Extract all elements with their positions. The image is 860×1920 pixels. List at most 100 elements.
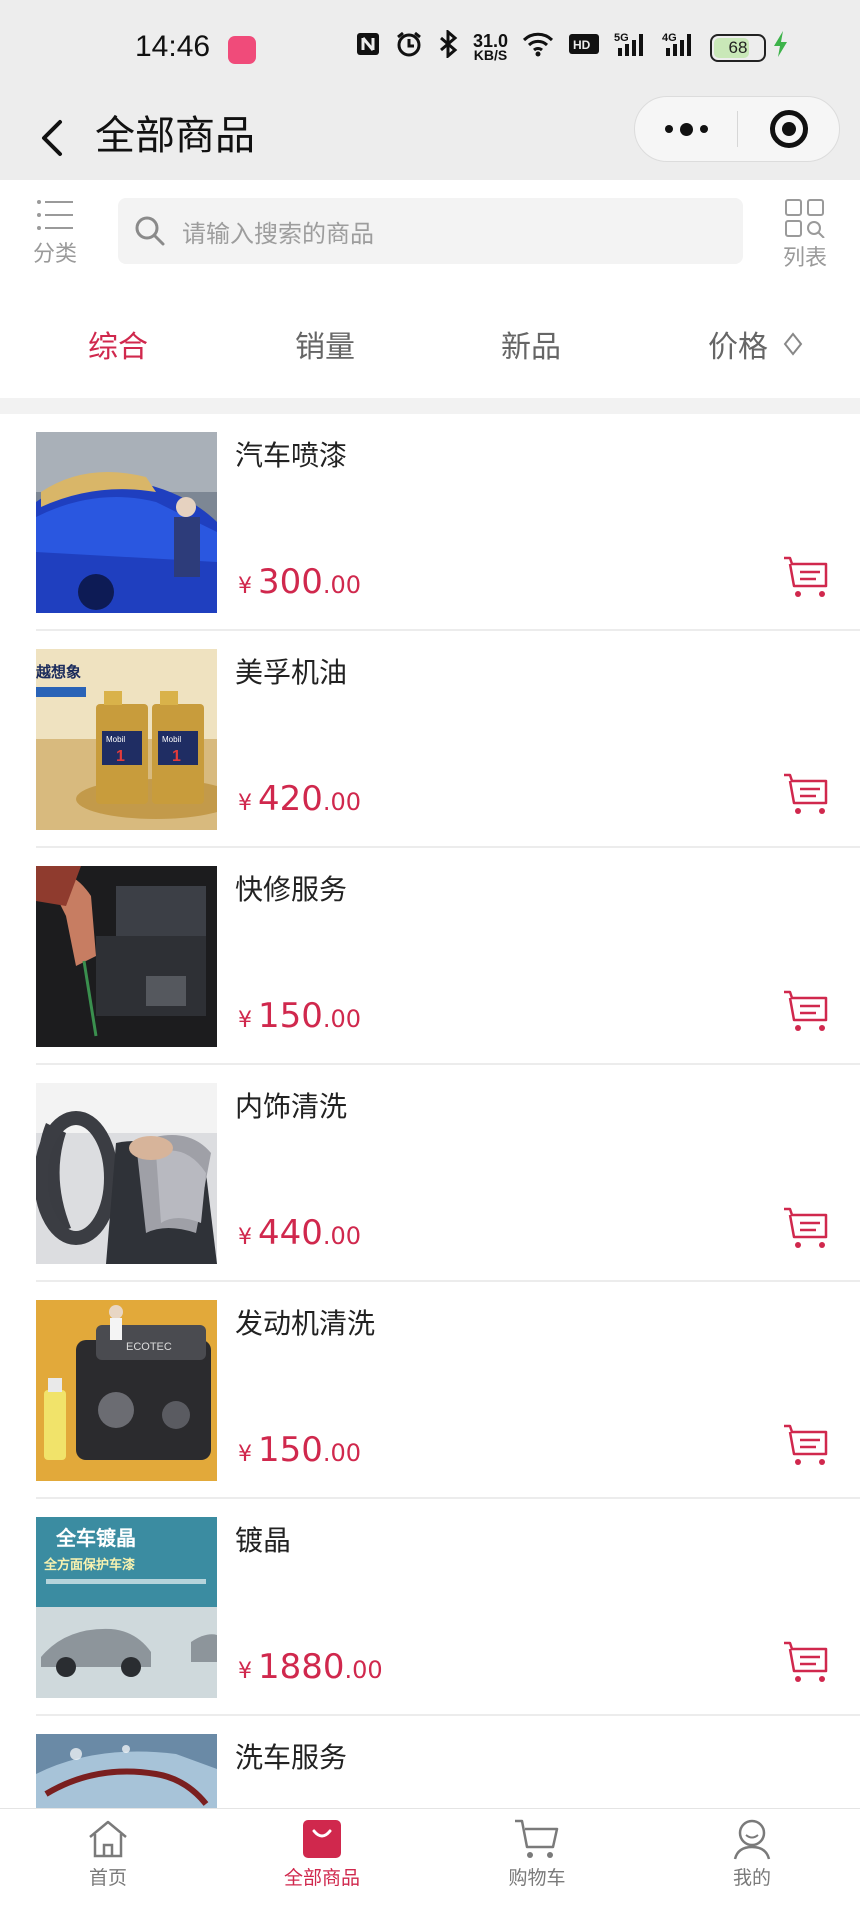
charging-icon [772, 30, 790, 65]
tab-home[interactable]: 首页 [38, 1817, 178, 1890]
add-cart-icon [784, 1641, 828, 1682]
product-name: 发动机清洗 [235, 1307, 376, 1340]
svg-text:HD: HD [573, 38, 591, 52]
sort-tab-comprehensive[interactable]: 综合 [88, 322, 148, 366]
speed-value: 31.0 [472, 30, 508, 51]
grid-view-icon [785, 199, 825, 238]
tab-profile-label: 我的 [732, 1867, 771, 1889]
product-item[interactable]: 内饰清洗 ¥ 440 .00 [0, 1065, 860, 1282]
add-cart-icon [784, 556, 828, 597]
chevron-left-icon [42, 120, 62, 156]
sort-tabs: 综合 销量 新品 价格 [0, 290, 860, 398]
svg-text:5G: 5G [614, 32, 629, 44]
status-time: 14:46 [135, 30, 211, 63]
4g-signal-icon: 4G [662, 30, 696, 65]
add-to-cart-button[interactable] [782, 1639, 832, 1685]
add-to-cart-button[interactable] [782, 554, 832, 600]
product-image[interactable] [36, 1734, 217, 1808]
more-button[interactable] [635, 97, 737, 161]
product-price: ¥ 150 .00 [238, 996, 362, 1036]
add-cart-icon [784, 990, 828, 1031]
5g-signal-icon: 5G [614, 30, 648, 65]
title-bar: 全部商品 [0, 96, 860, 180]
product-item[interactable]: 全车镀晶 全方面保护车漆 镀晶 ¥ 1880 .00 [0, 1499, 860, 1716]
tab-all-products[interactable]: 全部商品 [252, 1817, 392, 1890]
tab-cart-label: 购物车 [508, 1867, 566, 1889]
product-item[interactable]: ECOTEC 发动机清洗 ¥ 150 .00 [0, 1282, 860, 1499]
menu-list-icon [37, 200, 73, 230]
product-name: 快修服务 [235, 873, 348, 906]
product-price: ¥ 440 .00 [238, 1213, 362, 1253]
page-title: 全部商品 [95, 113, 255, 159]
battery-icon: 68 [710, 33, 766, 62]
more-dots-icon [664, 125, 673, 133]
product-price: ¥ 420 .00 [238, 779, 362, 819]
product-image[interactable]: 越想象 Mobil 1 Mobil 1 [36, 649, 217, 830]
svg-text:全车镀晶: 全车镀晶 [55, 1526, 136, 1550]
tab-all-products-label: 全部商品 [283, 1867, 360, 1889]
product-name: 洗车服务 [235, 1741, 348, 1774]
product-item[interactable]: 汽车喷漆 ¥ 300 .00 [0, 414, 860, 631]
hd-icon: HD [568, 32, 600, 63]
svg-text:ECOTEC: ECOTEC [126, 1341, 172, 1353]
tab-home-label: 首页 [88, 1867, 127, 1889]
tab-cart[interactable]: 购物车 [467, 1817, 607, 1890]
sort-tab-price[interactable]: 价格 [708, 322, 804, 366]
add-to-cart-button[interactable] [782, 771, 832, 817]
product-image[interactable] [36, 432, 217, 613]
sort-diamond-icon [783, 332, 803, 356]
section-divider [0, 398, 860, 414]
search-placeholder: 请输入搜索的商品 [182, 219, 374, 248]
wifi-icon [522, 31, 554, 64]
tab-profile[interactable]: 我的 [682, 1817, 822, 1890]
sort-tab-price-label: 价格 [708, 330, 768, 365]
product-name: 内饰清洗 [235, 1090, 348, 1123]
add-cart-icon [784, 1424, 828, 1465]
product-price: ¥ 150 .00 [238, 1430, 362, 1470]
status-icons: 31.0 KB/S HD 5G 4G 68 [355, 28, 790, 65]
home-icon [89, 1820, 127, 1858]
product-item[interactable]: 越想象 Mobil 1 Mobil 1 美孚机油 ¥ 420 .00 [0, 631, 860, 848]
product-name: 汽车喷漆 [235, 439, 348, 472]
network-speed: 31.0 KB/S [472, 30, 508, 63]
search-input[interactable]: 请输入搜索的商品 [118, 198, 743, 264]
svg-text:全方面保护车漆: 全方面保护车漆 [43, 1557, 135, 1573]
add-cart-icon [784, 1207, 828, 1248]
product-item[interactable]: 快修服务 ¥ 150 .00 [0, 848, 860, 1065]
svg-text:Mobil: Mobil [162, 735, 181, 744]
svg-text:4G: 4G [662, 32, 677, 44]
nfc-icon [355, 31, 381, 64]
mini-program-capsule [634, 96, 840, 162]
speed-unit: KB/S [473, 46, 508, 63]
product-price: ¥ 300 .00 [238, 562, 362, 602]
add-cart-icon [784, 773, 828, 814]
sort-tab-new[interactable]: 新品 [501, 322, 561, 366]
svg-text:1: 1 [172, 748, 181, 765]
product-image[interactable]: 全车镀晶 全方面保护车漆 [36, 1517, 217, 1698]
list-view-button[interactable]: 列表 [778, 198, 832, 272]
product-image[interactable] [36, 1083, 217, 1264]
target-icon [769, 110, 808, 148]
search-icon [135, 216, 165, 246]
product-image[interactable]: ECOTEC [36, 1300, 217, 1481]
search-row: 分类 请输入搜索的商品 列表 [0, 180, 860, 290]
svg-text:Mobil: Mobil [106, 735, 125, 744]
status-bar: 14:46 31.0 KB/S HD 5G 4G 68 [0, 0, 860, 96]
category-button[interactable]: 分类 [28, 198, 82, 268]
shopping-bag-icon [303, 1820, 341, 1858]
bottom-tab-bar: 首页 全部商品 购物车 我的 [0, 1808, 860, 1920]
add-to-cart-button[interactable] [782, 988, 832, 1034]
add-to-cart-button[interactable] [782, 1205, 832, 1251]
svg-text:越想象: 越想象 [36, 663, 81, 681]
close-miniprogram-button[interactable] [738, 110, 839, 148]
user-icon [733, 1819, 771, 1860]
back-button[interactable] [30, 110, 86, 166]
add-to-cart-button[interactable] [782, 1422, 832, 1468]
bluetooth-icon [437, 28, 459, 65]
sort-tab-sales[interactable]: 销量 [295, 322, 355, 366]
svg-text:1: 1 [116, 748, 125, 765]
product-image[interactable] [36, 866, 217, 1047]
list-label: 列表 [782, 246, 827, 271]
app-notification-icon [228, 36, 256, 64]
product-price: ¥ 1880 .00 [238, 1647, 383, 1687]
